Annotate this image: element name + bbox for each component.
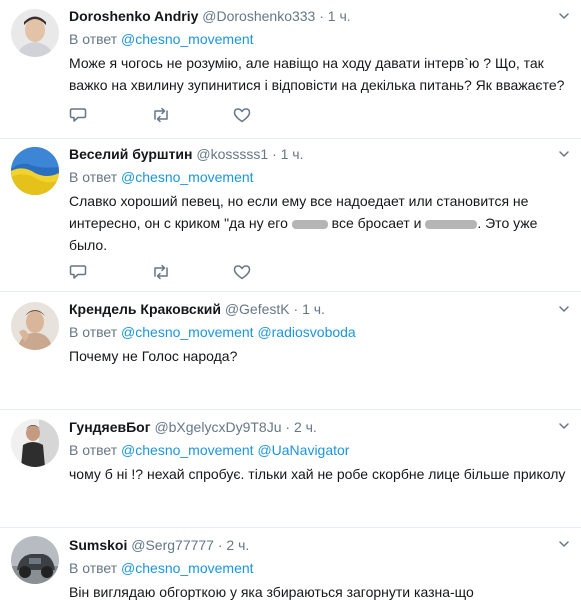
tweet-time[interactable]: 1 ч.: [281, 146, 304, 162]
censored-word: [425, 219, 478, 229]
censored-word: [291, 219, 328, 229]
avatar[interactable]: [11, 419, 59, 467]
separator-dot: ·: [319, 8, 324, 24]
tweet-time[interactable]: 2 ч.: [226, 537, 249, 553]
reply-feed: Doroshenko Andriy @Doroshenko333 · 1 ч. …: [0, 0, 581, 605]
separator-dot: ·: [285, 419, 291, 435]
mention-link[interactable]: @chesno_movement: [121, 442, 254, 458]
chevron-down-icon[interactable]: [557, 537, 571, 551]
tweet-header: Sumskoi @Serg77777 · 2 ч.: [69, 536, 571, 554]
separator-dot: ·: [293, 301, 299, 317]
like-button[interactable]: [233, 262, 315, 282]
tweet-header: Веселий бурштин @kosssss1 · 1 ч.: [69, 145, 571, 163]
display-name[interactable]: Веселий бурштин: [69, 146, 192, 162]
like-button[interactable]: [233, 105, 315, 125]
avatar[interactable]: [11, 536, 59, 584]
chevron-down-icon[interactable]: [557, 147, 571, 161]
user-handle[interactable]: @Doroshenko333: [202, 8, 315, 24]
separator-dot: ·: [217, 537, 223, 553]
tweet-time[interactable]: 1 ч.: [302, 301, 325, 317]
reply-prefix: В ответ: [69, 169, 118, 185]
chevron-down-icon[interactable]: [557, 302, 571, 316]
chevron-down-icon[interactable]: [557, 9, 571, 23]
reply-context: В ответ @chesno_movement @radiosvoboda: [69, 323, 571, 341]
reply-button[interactable]: [69, 105, 151, 125]
reply-prefix: В ответ: [69, 442, 118, 458]
tweet[interactable]: ГундяевБог @bXgelycxDy9T8Ju · 2 ч. В отв…: [0, 410, 581, 528]
reply-button[interactable]: [69, 262, 151, 282]
chevron-down-icon[interactable]: [557, 419, 571, 433]
tweet-header: Doroshenko Andriy @Doroshenko333 · 1 ч.: [69, 7, 571, 25]
display-name[interactable]: Крендель Краковский: [69, 301, 221, 317]
tweet-actions: [69, 262, 315, 282]
retweet-button[interactable]: [151, 262, 233, 282]
display-name[interactable]: Doroshenko Andriy: [69, 8, 198, 24]
mention-link[interactable]: @UaNavigator: [257, 442, 349, 458]
tweet[interactable]: Крендель Краковский @GefestK · 1 ч. В от…: [0, 292, 581, 410]
tweet-text: Може я чогось не розумію, але навіщо на …: [69, 55, 565, 93]
user-handle[interactable]: @GefestK: [225, 301, 290, 317]
tweet-time[interactable]: 2 ч.: [294, 419, 317, 435]
tweet-time[interactable]: 1 ч.: [328, 8, 351, 24]
retweet-icon: [154, 107, 168, 123]
tweet-text-part: все бросает и: [327, 215, 426, 231]
tweet-text: Він виглядаю обгорткою у яка збираються …: [69, 584, 474, 600]
reply-icon: [69, 108, 87, 122]
reply-context: В ответ @chesno_movement: [69, 30, 571, 48]
reply-prefix: В ответ: [69, 560, 118, 576]
tweet[interactable]: Sumskoi @Serg77777 · 2 ч. В ответ @chesn…: [0, 528, 581, 605]
user-handle[interactable]: @bXgelycxDy9T8Ju: [154, 419, 281, 435]
tweet-text: Славко хороший певец, но если ему все на…: [69, 190, 571, 256]
tweet-text: чому б ні !? нехай спробує. тільки хай н…: [69, 466, 566, 482]
retweet-icon: [154, 264, 168, 280]
like-icon: [233, 108, 251, 123]
display-name[interactable]: ГундяевБог: [69, 419, 151, 435]
tweet[interactable]: Веселий бурштин @kosssss1 · 1 ч. В ответ…: [0, 139, 581, 292]
avatar[interactable]: [11, 302, 59, 350]
display-name[interactable]: Sumskoi: [69, 537, 127, 553]
reply-prefix: В ответ: [69, 324, 118, 340]
mention-link[interactable]: @chesno_movement: [121, 169, 254, 185]
tweet-header: ГундяевБог @bXgelycxDy9T8Ju · 2 ч.: [69, 418, 571, 436]
mention-link[interactable]: @radiosvoboda: [257, 324, 355, 340]
reply-icon: [69, 265, 87, 279]
avatar[interactable]: [11, 9, 59, 57]
tweet-text: Почему не Голос народа?: [69, 348, 238, 364]
separator-dot: ·: [272, 146, 277, 162]
mention-link[interactable]: @chesno_movement: [121, 324, 254, 340]
mention-link[interactable]: @chesno_movement: [121, 560, 254, 576]
like-icon: [233, 265, 251, 280]
tweet[interactable]: Doroshenko Andriy @Doroshenko333 · 1 ч. …: [0, 0, 581, 139]
user-handle[interactable]: @Serg77777: [131, 537, 214, 553]
tweet-header: Крендель Краковский @GefestK · 1 ч.: [69, 300, 571, 318]
mention-link[interactable]: @chesno_movement: [121, 31, 254, 47]
tweet-actions: [69, 105, 315, 125]
retweet-button[interactable]: [151, 105, 233, 125]
reply-context: В ответ @chesno_movement @UaNavigator: [69, 441, 571, 459]
avatar[interactable]: [11, 147, 59, 195]
reply-context: В ответ @chesno_movement: [69, 559, 571, 577]
user-handle[interactable]: @kosssss1: [196, 146, 268, 162]
reply-prefix: В ответ: [69, 31, 118, 47]
reply-context: В ответ @chesno_movement: [69, 168, 571, 186]
